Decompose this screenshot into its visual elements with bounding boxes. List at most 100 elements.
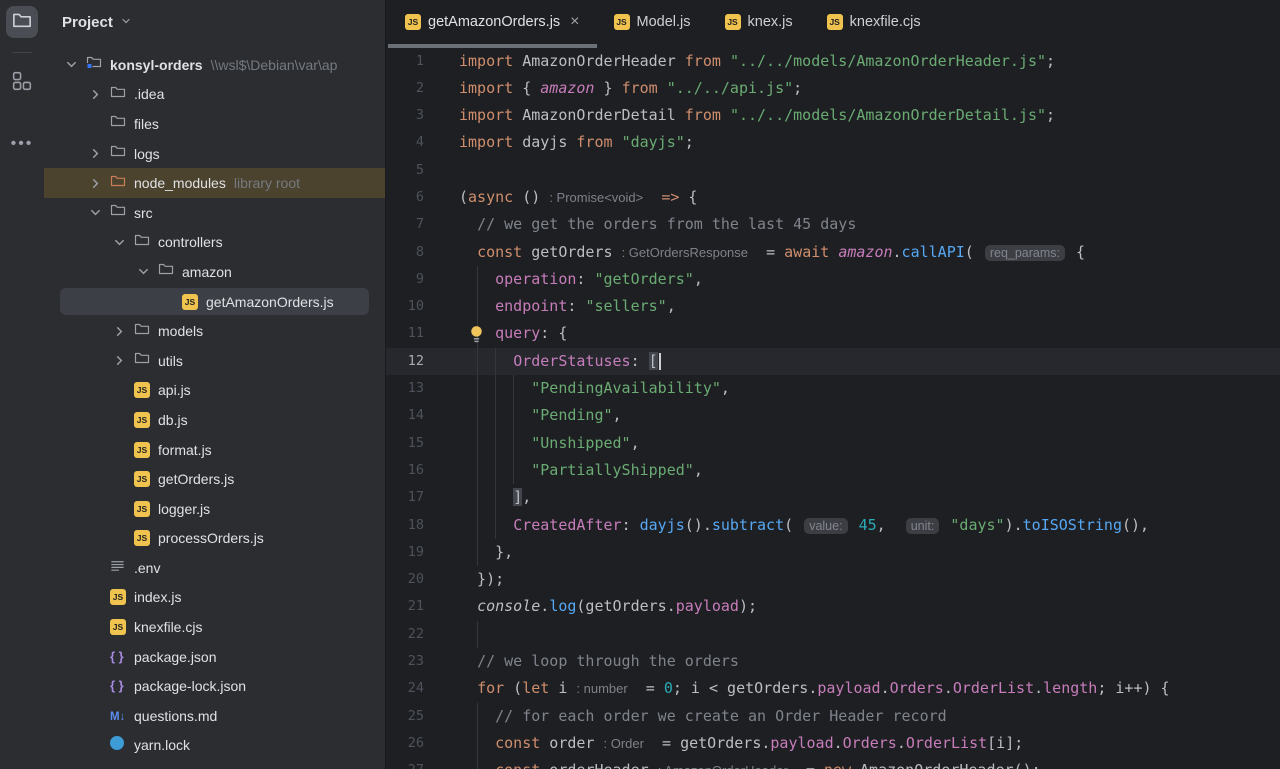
code-line-15[interactable]: 15 "Unshipped",: [386, 430, 1280, 457]
tree-row-api.js[interactable]: JSapi.js: [44, 376, 385, 406]
line-number[interactable]: 19: [386, 539, 424, 566]
line-number[interactable]: 16: [386, 457, 424, 484]
structure-icon: [12, 71, 32, 96]
project-panel-header[interactable]: Project: [44, 0, 385, 44]
chevron-right-icon[interactable]: [110, 325, 134, 338]
tab-knex.js[interactable]: JSknex.js: [708, 0, 810, 44]
tree-row-controllers[interactable]: controllers: [44, 228, 385, 258]
tree-row-files[interactable]: files: [44, 109, 385, 139]
tree-row-package-lock.json[interactable]: { }package-lock.json: [44, 671, 385, 701]
code-line-19[interactable]: 19 },: [386, 539, 1280, 566]
code-line-11[interactable]: 11 query: {: [386, 320, 1280, 347]
code-line-6[interactable]: 6(async () : Promise<void> => {: [386, 184, 1280, 211]
line-number[interactable]: 10: [386, 293, 424, 320]
line-number[interactable]: 20: [386, 566, 424, 593]
line-number[interactable]: 17: [386, 484, 424, 511]
line-number[interactable]: 27: [386, 757, 424, 769]
code-line-9[interactable]: 9 operation: "getOrders",: [386, 266, 1280, 293]
chevron-right-icon[interactable]: [86, 88, 110, 101]
code-line-5[interactable]: 5: [386, 157, 1280, 184]
tree-row-processOrders.js[interactable]: JSprocessOrders.js: [44, 524, 385, 554]
tree-row-db.js[interactable]: JSdb.js: [44, 405, 385, 435]
tree-row-konsyl-orders[interactable]: konsyl-orders\\wsl$\Debian\var\ap: [44, 50, 385, 80]
line-number[interactable]: 21: [386, 593, 424, 620]
tree-row-node-modules[interactable]: node_moduleslibrary root: [44, 168, 385, 198]
structure-tool-button[interactable]: [6, 67, 38, 99]
tree-row-yarn.lock[interactable]: yarn.lock: [44, 731, 385, 761]
line-number[interactable]: 23: [386, 648, 424, 675]
code-line-17[interactable]: 17 ],: [386, 484, 1280, 511]
code-line-1[interactable]: 1import AmazonOrderHeader from "../../mo…: [386, 48, 1280, 75]
code-line-27[interactable]: 27 const orderHeader : AmazonOrderHeader…: [386, 757, 1280, 769]
code-line-18[interactable]: 18 CreatedAfter: dayjs().subtract( value…: [386, 512, 1280, 539]
chevron-down-icon[interactable]: [134, 265, 158, 278]
line-number[interactable]: 7: [386, 211, 424, 238]
tree-row-.env[interactable]: .env: [44, 553, 385, 583]
tab-knexfile.cjs[interactable]: JSknexfile.cjs: [810, 0, 938, 44]
line-number[interactable]: 14: [386, 402, 424, 429]
tree-row-.idea[interactable]: .idea: [44, 80, 385, 110]
code-line-23[interactable]: 23 // we loop through the orders: [386, 648, 1280, 675]
tree-row-knexfile.cjs[interactable]: JSknexfile.cjs: [44, 612, 385, 642]
code-line-14[interactable]: 14 "Pending",: [386, 402, 1280, 429]
code-line-8[interactable]: 8 const getOrders : GetOrdersResponse = …: [386, 239, 1280, 266]
line-number[interactable]: 9: [386, 266, 424, 293]
tab-Model.js[interactable]: JSModel.js: [597, 0, 708, 44]
line-number[interactable]: 2: [386, 75, 424, 102]
tree-row-getAmazonOrders.js[interactable]: JSgetAmazonOrders.js: [44, 287, 385, 317]
chevron-right-icon[interactable]: [86, 147, 110, 160]
code-line-2[interactable]: 2import { amazon } from "../../api.js";: [386, 75, 1280, 102]
chevron-right-icon[interactable]: [110, 354, 134, 367]
line-number[interactable]: 15: [386, 430, 424, 457]
line-number[interactable]: 18: [386, 512, 424, 539]
line-number[interactable]: 1: [386, 48, 424, 75]
code-line-24[interactable]: 24 for (let i : number = 0; i < getOrder…: [386, 675, 1280, 702]
line-number[interactable]: 11: [386, 320, 424, 347]
tree-row-src[interactable]: src: [44, 198, 385, 228]
line-number[interactable]: 5: [386, 157, 424, 184]
tab-getAmazonOrders.js[interactable]: JSgetAmazonOrders.js×: [388, 0, 597, 44]
code-line-26[interactable]: 26 const order : Order = getOrders.paylo…: [386, 730, 1280, 757]
tree-row-index.js[interactable]: JSindex.js: [44, 583, 385, 613]
line-number[interactable]: 13: [386, 375, 424, 402]
tree-row-format.js[interactable]: JSformat.js: [44, 435, 385, 465]
code-editor[interactable]: 1import AmazonOrderHeader from "../../mo…: [386, 48, 1280, 769]
chevron-down-icon[interactable]: [62, 58, 86, 71]
tree-row-models[interactable]: models: [44, 316, 385, 346]
chevron-down-icon[interactable]: [110, 236, 134, 249]
code-line-10[interactable]: 10 endpoint: "sellers",: [386, 293, 1280, 320]
code-line-21[interactable]: 21 console.log(getOrders.payload);: [386, 593, 1280, 620]
code-line-4[interactable]: 4import dayjs from "dayjs";: [386, 129, 1280, 156]
tree-row-logger.js[interactable]: JSlogger.js: [44, 494, 385, 524]
tree-row-package.json[interactable]: { }package.json: [44, 642, 385, 672]
line-number[interactable]: 26: [386, 730, 424, 757]
line-number[interactable]: 8: [386, 239, 424, 266]
code-line-13[interactable]: 13 "PendingAvailability",: [386, 375, 1280, 402]
close-tab-icon[interactable]: ×: [570, 14, 579, 30]
line-number[interactable]: 3: [386, 102, 424, 129]
tree-row-amazon[interactable]: amazon: [44, 257, 385, 287]
tree-row-questions.md[interactable]: M↓questions.md: [44, 701, 385, 731]
code-line-16[interactable]: 16 "PartiallyShipped",: [386, 457, 1280, 484]
line-number[interactable]: 24: [386, 675, 424, 702]
chevron-down-icon[interactable]: [86, 206, 110, 219]
code-line-3[interactable]: 3import AmazonOrderDetail from "../../mo…: [386, 102, 1280, 129]
line-number[interactable]: 22: [386, 621, 424, 648]
line-number[interactable]: 4: [386, 129, 424, 156]
tree-row-logs[interactable]: logs: [44, 139, 385, 169]
js-file-icon: JS: [725, 14, 741, 30]
intention-bulb-icon[interactable]: [468, 324, 486, 344]
tree-row-getOrders.js[interactable]: JSgetOrders.js: [44, 464, 385, 494]
tree-row-utils[interactable]: utils: [44, 346, 385, 376]
line-number[interactable]: 25: [386, 703, 424, 730]
code-line-7[interactable]: 7 // we get the orders from the last 45 …: [386, 211, 1280, 238]
code-line-20[interactable]: 20 });: [386, 566, 1280, 593]
code-line-22[interactable]: 22: [386, 621, 1280, 648]
more-tool-windows-icon[interactable]: •••: [11, 135, 34, 153]
chevron-right-icon[interactable]: [86, 177, 110, 190]
line-number[interactable]: 12: [386, 348, 424, 375]
project-tool-button[interactable]: [6, 6, 38, 38]
line-number[interactable]: 6: [386, 184, 424, 211]
code-line-25[interactable]: 25 // for each order we create an Order …: [386, 703, 1280, 730]
code-line-12[interactable]: 12 OrderStatuses: [: [386, 348, 1280, 375]
